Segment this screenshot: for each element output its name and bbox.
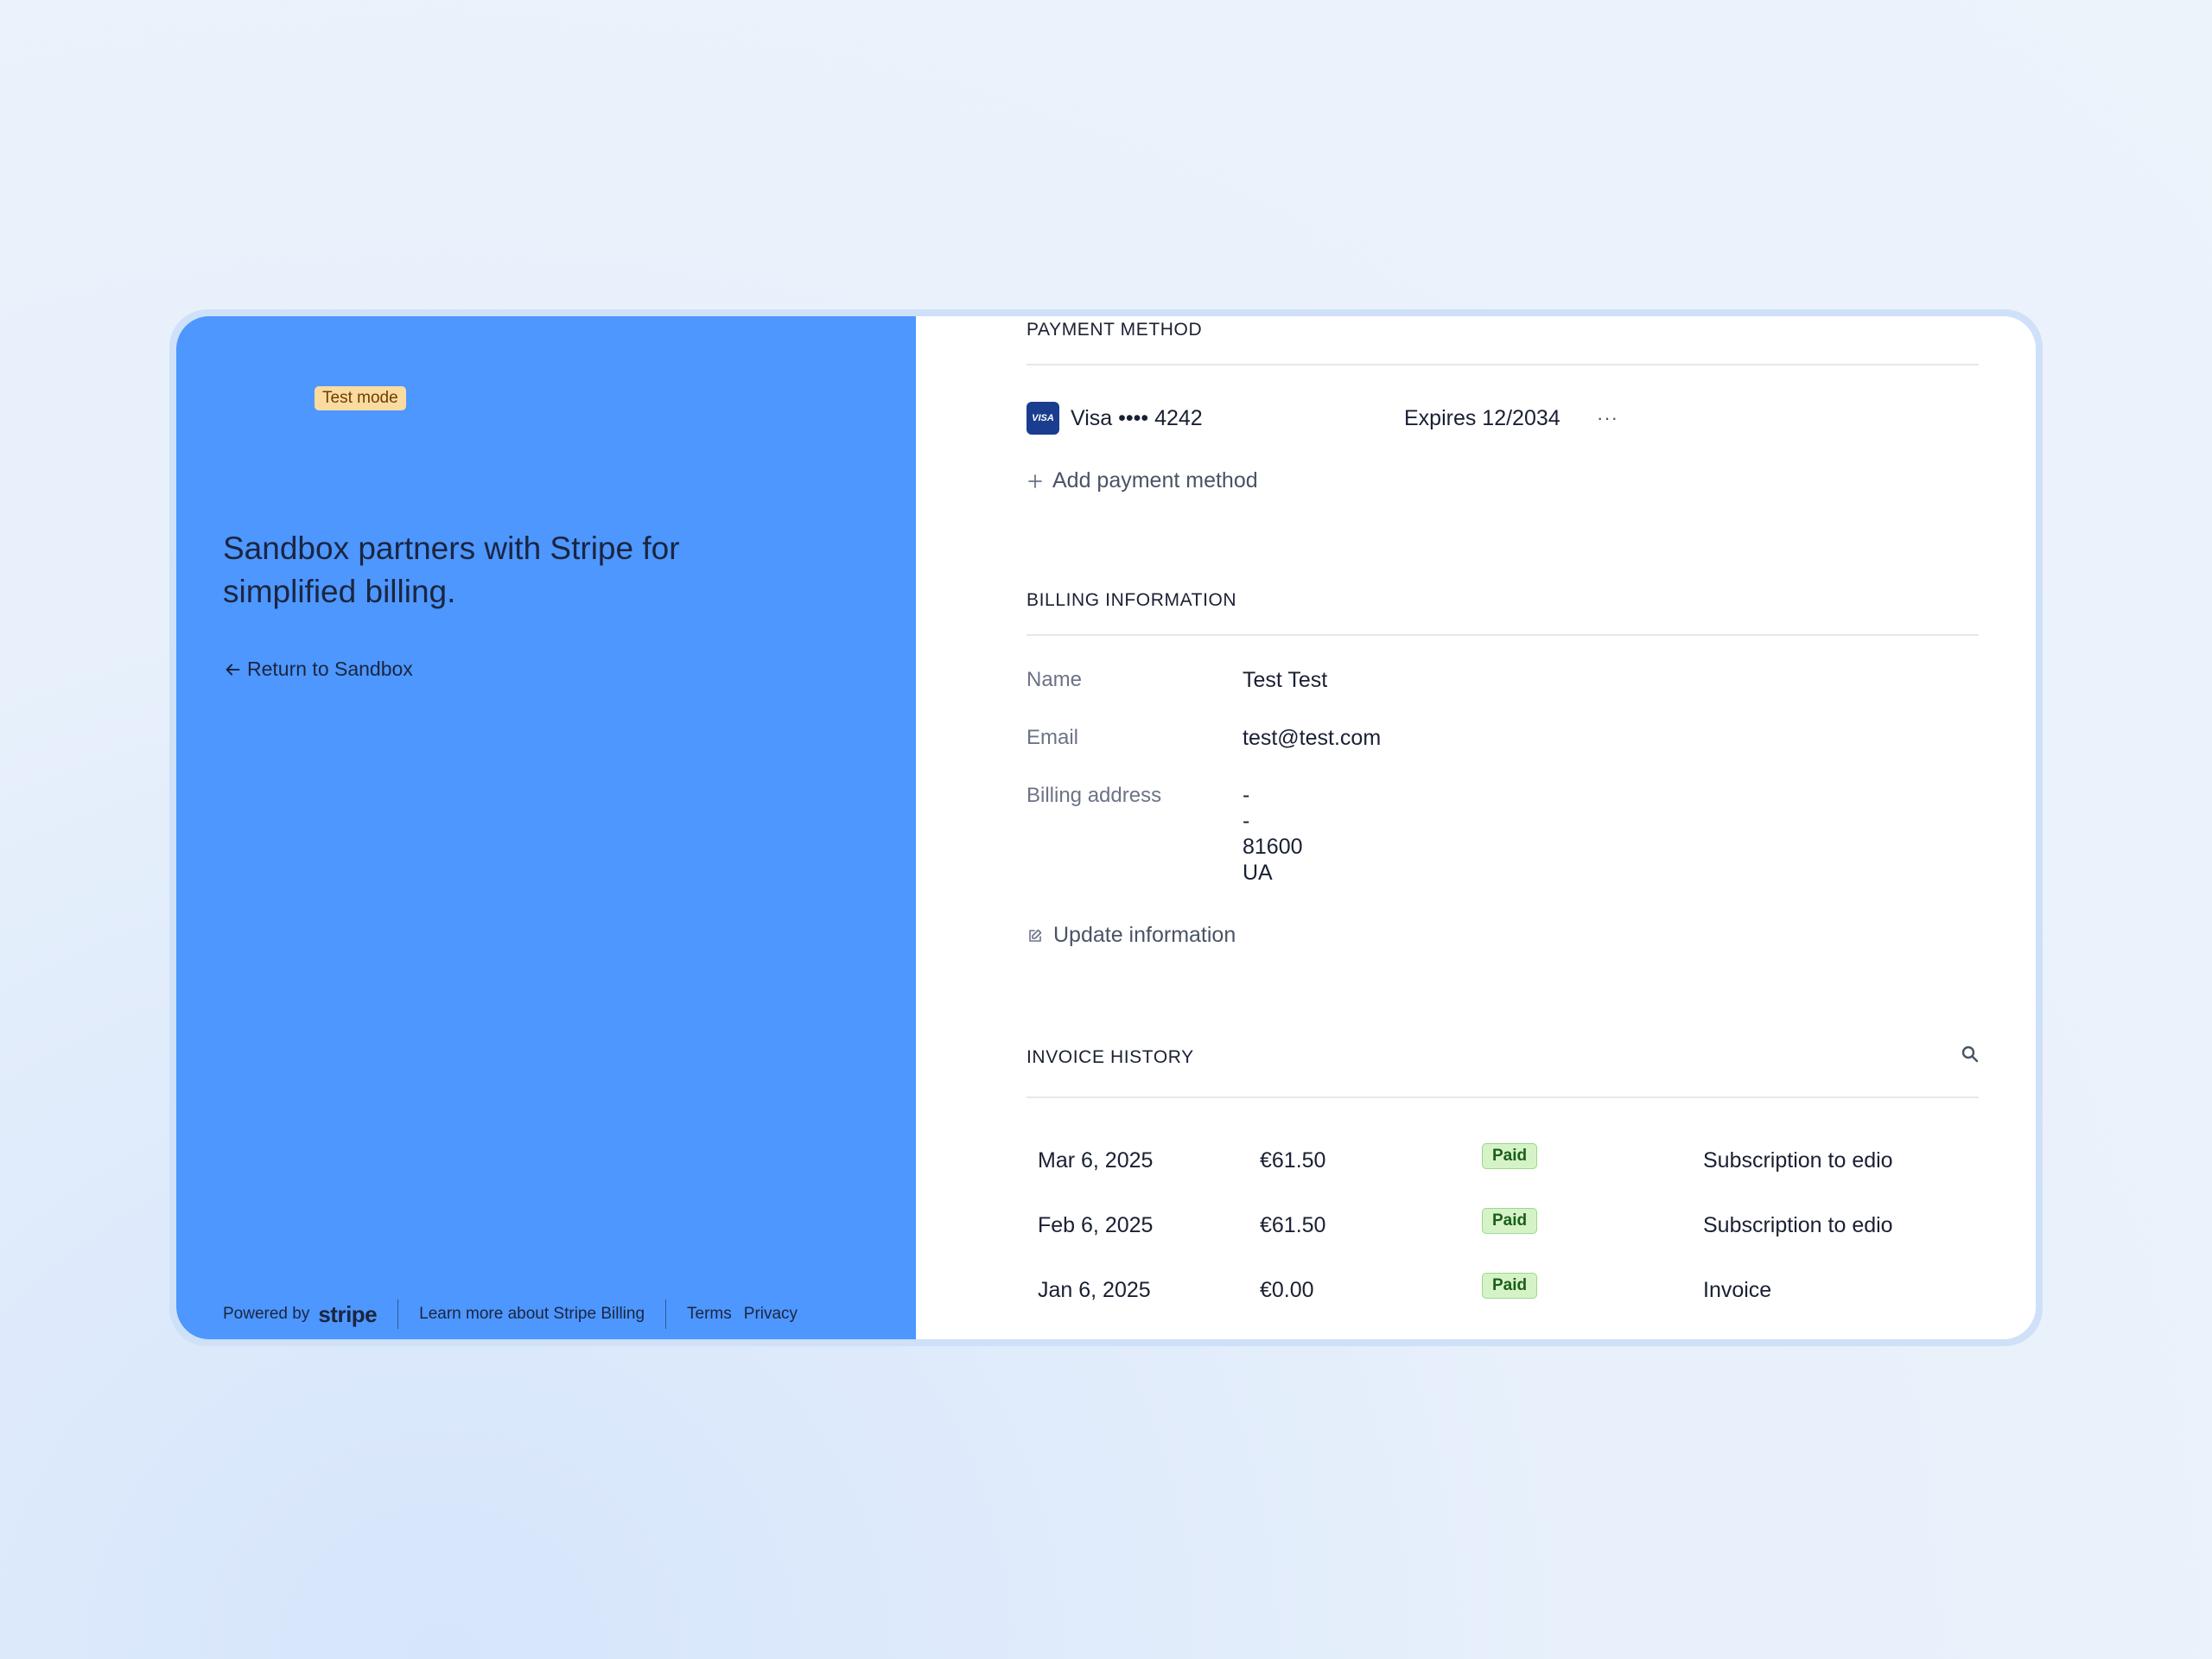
address-line: 81600 [1243,835,1303,859]
powered-by-text: Powered by [223,1305,310,1323]
address-line: UA [1243,861,1273,885]
billing-information-heading: BILLING INFORMATION [1027,590,1237,610]
card-label: Visa •••• 4242 [1071,405,1203,430]
paid-badge: Paid [1482,1143,1538,1169]
invoice-description: Invoice [1703,1278,1772,1302]
privacy-link[interactable]: Privacy [744,1305,798,1324]
plus-icon [1028,474,1042,488]
paid-badge: Paid [1482,1208,1538,1234]
powered-by-stripe[interactable]: Powered by stripe [223,1300,378,1328]
address-line: - [1243,783,1250,807]
terms-link[interactable]: Terms [687,1305,732,1324]
billing-portal-window: Test mode Sandbox partners with Stripe f… [176,316,2036,1339]
return-link[interactable]: Return to Sandbox [223,658,413,681]
more-options-button[interactable]: ··· [1597,407,1618,429]
billing-address-label: Billing address [1027,784,1162,807]
payment-method-row: VISA Visa •••• 4242 Expires 12/2034 ··· [1027,401,1718,435]
footer-divider [397,1300,399,1329]
invoice-date: Feb 6, 2025 [1038,1213,1154,1237]
name-value: Test Test [1243,668,1328,692]
test-mode-badge: Test mode [315,386,406,410]
invoice-date: Jan 6, 2025 [1038,1278,1151,1302]
update-information-button[interactable]: Update information [1027,923,1236,948]
name-label: Name [1027,668,1083,691]
arrow-left-icon [226,663,240,676]
invoice-row[interactable]: Mar 6, 2025 €61.50 Paid Subscription to … [1027,1143,1979,1181]
add-payment-method-button[interactable]: Add payment method [1027,468,1258,493]
edit-icon [1029,929,1042,942]
tagline: Sandbox partners with Stripe for simplif… [223,531,680,609]
invoice-amount: €0.00 [1260,1278,1314,1302]
address-line: - [1243,809,1250,833]
search-icon[interactable] [1960,1044,1980,1065]
invoice-amount: €61.50 [1260,1148,1326,1173]
billing-address-value: - - 81600 UA [1243,782,1303,886]
card-expiry: Expires 12/2034 [1404,405,1560,430]
section-divider [1027,634,1979,636]
invoice-description: Subscription to edio [1703,1213,1893,1237]
stripe-logo: stripe [318,1300,378,1327]
add-payment-method-label: Add payment method [1052,468,1258,493]
visa-card-icon: VISA [1027,402,1059,435]
invoice-row[interactable]: Jan 6, 2025 €0.00 Paid Invoice [1027,1273,1979,1311]
section-divider [1027,1096,1979,1098]
account-panel: PAYMENT METHOD VISA Visa •••• 4242 Expir… [916,316,2036,1339]
payment-method-heading: PAYMENT METHOD [1027,320,1203,340]
learn-more-link[interactable]: Learn more about Stripe Billing [419,1305,645,1324]
invoice-date: Mar 6, 2025 [1038,1148,1154,1173]
footer-divider [665,1300,667,1329]
return-link-label: Return to Sandbox [247,658,413,680]
brand-panel: Test mode Sandbox partners with Stripe f… [176,316,916,1339]
section-divider [1027,364,1979,365]
invoice-amount: €61.50 [1260,1213,1326,1237]
email-label: Email [1027,726,1079,749]
footer: Powered by stripe Learn more about Strip… [223,1300,798,1329]
paid-badge: Paid [1482,1273,1538,1299]
email-value: test@test.com [1243,726,1382,750]
update-information-label: Update information [1053,923,1236,947]
invoice-description: Subscription to edio [1703,1148,1893,1173]
invoice-row[interactable]: Feb 6, 2025 €61.50 Paid Subscription to … [1027,1208,1979,1246]
invoice-history-heading: INVOICE HISTORY [1027,1047,1194,1067]
